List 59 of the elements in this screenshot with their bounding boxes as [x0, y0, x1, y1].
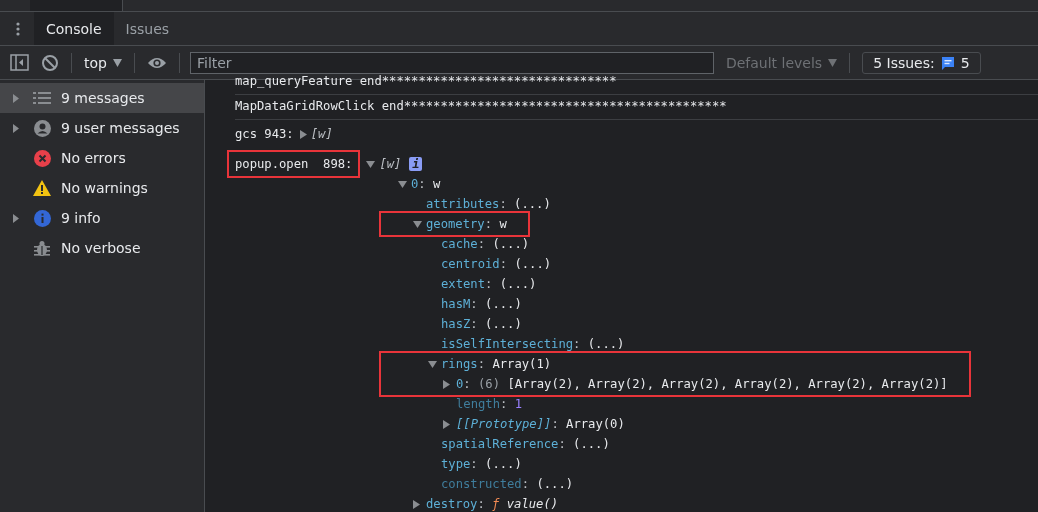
property-row[interactable]: 0: (6) [Array(2), Array(2), Array(2), Array(2), Array(2), Array(2)] — [398, 374, 948, 394]
property-row[interactable]: extent: (...) — [398, 274, 1038, 294]
context-dropdown[interactable]: top — [84, 54, 122, 71]
expand-arrow-icon[interactable] — [13, 213, 19, 223]
property-row[interactable]: length: 1 — [398, 394, 1038, 414]
collapsed-arrow-icon[interactable] — [413, 499, 420, 509]
expand-arrow-icon[interactable] — [13, 123, 19, 133]
sidebar-item[interactable]: No verbose — [0, 233, 204, 263]
info-badge[interactable]: i — [409, 157, 423, 171]
sidebar-item[interactable]: 9 info — [0, 203, 204, 233]
warning-icon — [33, 180, 51, 196]
more-menu-icon[interactable] — [16, 21, 20, 36]
log-message: popup.open 898: — [229, 152, 359, 176]
property-row[interactable]: centroid: (...) — [398, 254, 1038, 274]
object-preview[interactable]: [w] — [310, 127, 333, 141]
filter-field[interactable]: Filter — [189, 51, 714, 74]
collapsed-arrow-icon[interactable] — [443, 379, 450, 389]
expanded-arrow-icon[interactable] — [413, 220, 422, 228]
object-preview[interactable]: [w] — [379, 157, 402, 171]
property-row[interactable]: isSelfIntersecting: (...) — [398, 334, 1038, 354]
property-row[interactable]: hasZ: (...) — [398, 314, 1038, 334]
sidebar-item[interactable]: No warnings — [0, 173, 204, 203]
property-row[interactable]: geometry: w — [398, 214, 507, 234]
property-row[interactable]: constructed: (...) — [398, 474, 1038, 494]
bug-icon — [34, 239, 50, 257]
collapsed-arrow-icon[interactable] — [299, 129, 307, 139]
sidebar-item[interactable]: 9 messages — [0, 83, 204, 113]
expanded-arrow-icon[interactable] — [428, 360, 437, 368]
collapsed-arrow-icon[interactable] — [443, 419, 450, 429]
sidebar-toggle-icon[interactable] — [10, 54, 29, 71]
property-row[interactable]: rings: Array(1) — [398, 354, 948, 374]
sidebar-item[interactable]: No errors — [0, 143, 204, 173]
property-row[interactable]: spatialReference: (...) — [398, 434, 1038, 454]
expanded-arrow-icon[interactable] — [398, 180, 407, 188]
property-row[interactable]: [[Prototype]]: Array(0) — [398, 414, 1038, 434]
info-icon — [33, 209, 51, 227]
list-icon — [33, 91, 51, 105]
log-message: MapDataGridRowClick end******************************************** — [235, 99, 727, 113]
log-message: gcs 943: — [235, 127, 294, 141]
expanded-arrow-icon[interactable] — [366, 160, 376, 168]
eye-icon[interactable] — [146, 55, 167, 70]
property-row[interactable]: destroy: ƒ value() — [398, 494, 1038, 512]
message-icon — [940, 55, 955, 70]
log-message: map_queryFeature end******************************** — [235, 74, 617, 88]
property-row[interactable]: 0: w — [398, 174, 1038, 194]
caret-icon — [112, 58, 122, 67]
expand-arrow-icon[interactable] — [13, 93, 19, 103]
property-row[interactable]: attributes: (...) — [398, 194, 1038, 214]
property-row[interactable]: hasM: (...) — [398, 294, 1038, 314]
property-row[interactable]: cache: (...) — [398, 234, 1038, 254]
property-row[interactable]: type: (...) — [398, 454, 1038, 474]
clear-console-icon[interactable] — [41, 53, 59, 72]
issues-button[interactable]: 5 Issues: 5 — [862, 51, 981, 74]
panel-tab[interactable]: Issues — [113, 12, 182, 45]
sidebar-item[interactable]: 9 user messages — [0, 113, 204, 143]
caret-icon — [828, 58, 838, 67]
panel-tab[interactable]: Console — [34, 12, 114, 45]
error-icon — [33, 149, 51, 167]
user-icon — [33, 119, 51, 137]
